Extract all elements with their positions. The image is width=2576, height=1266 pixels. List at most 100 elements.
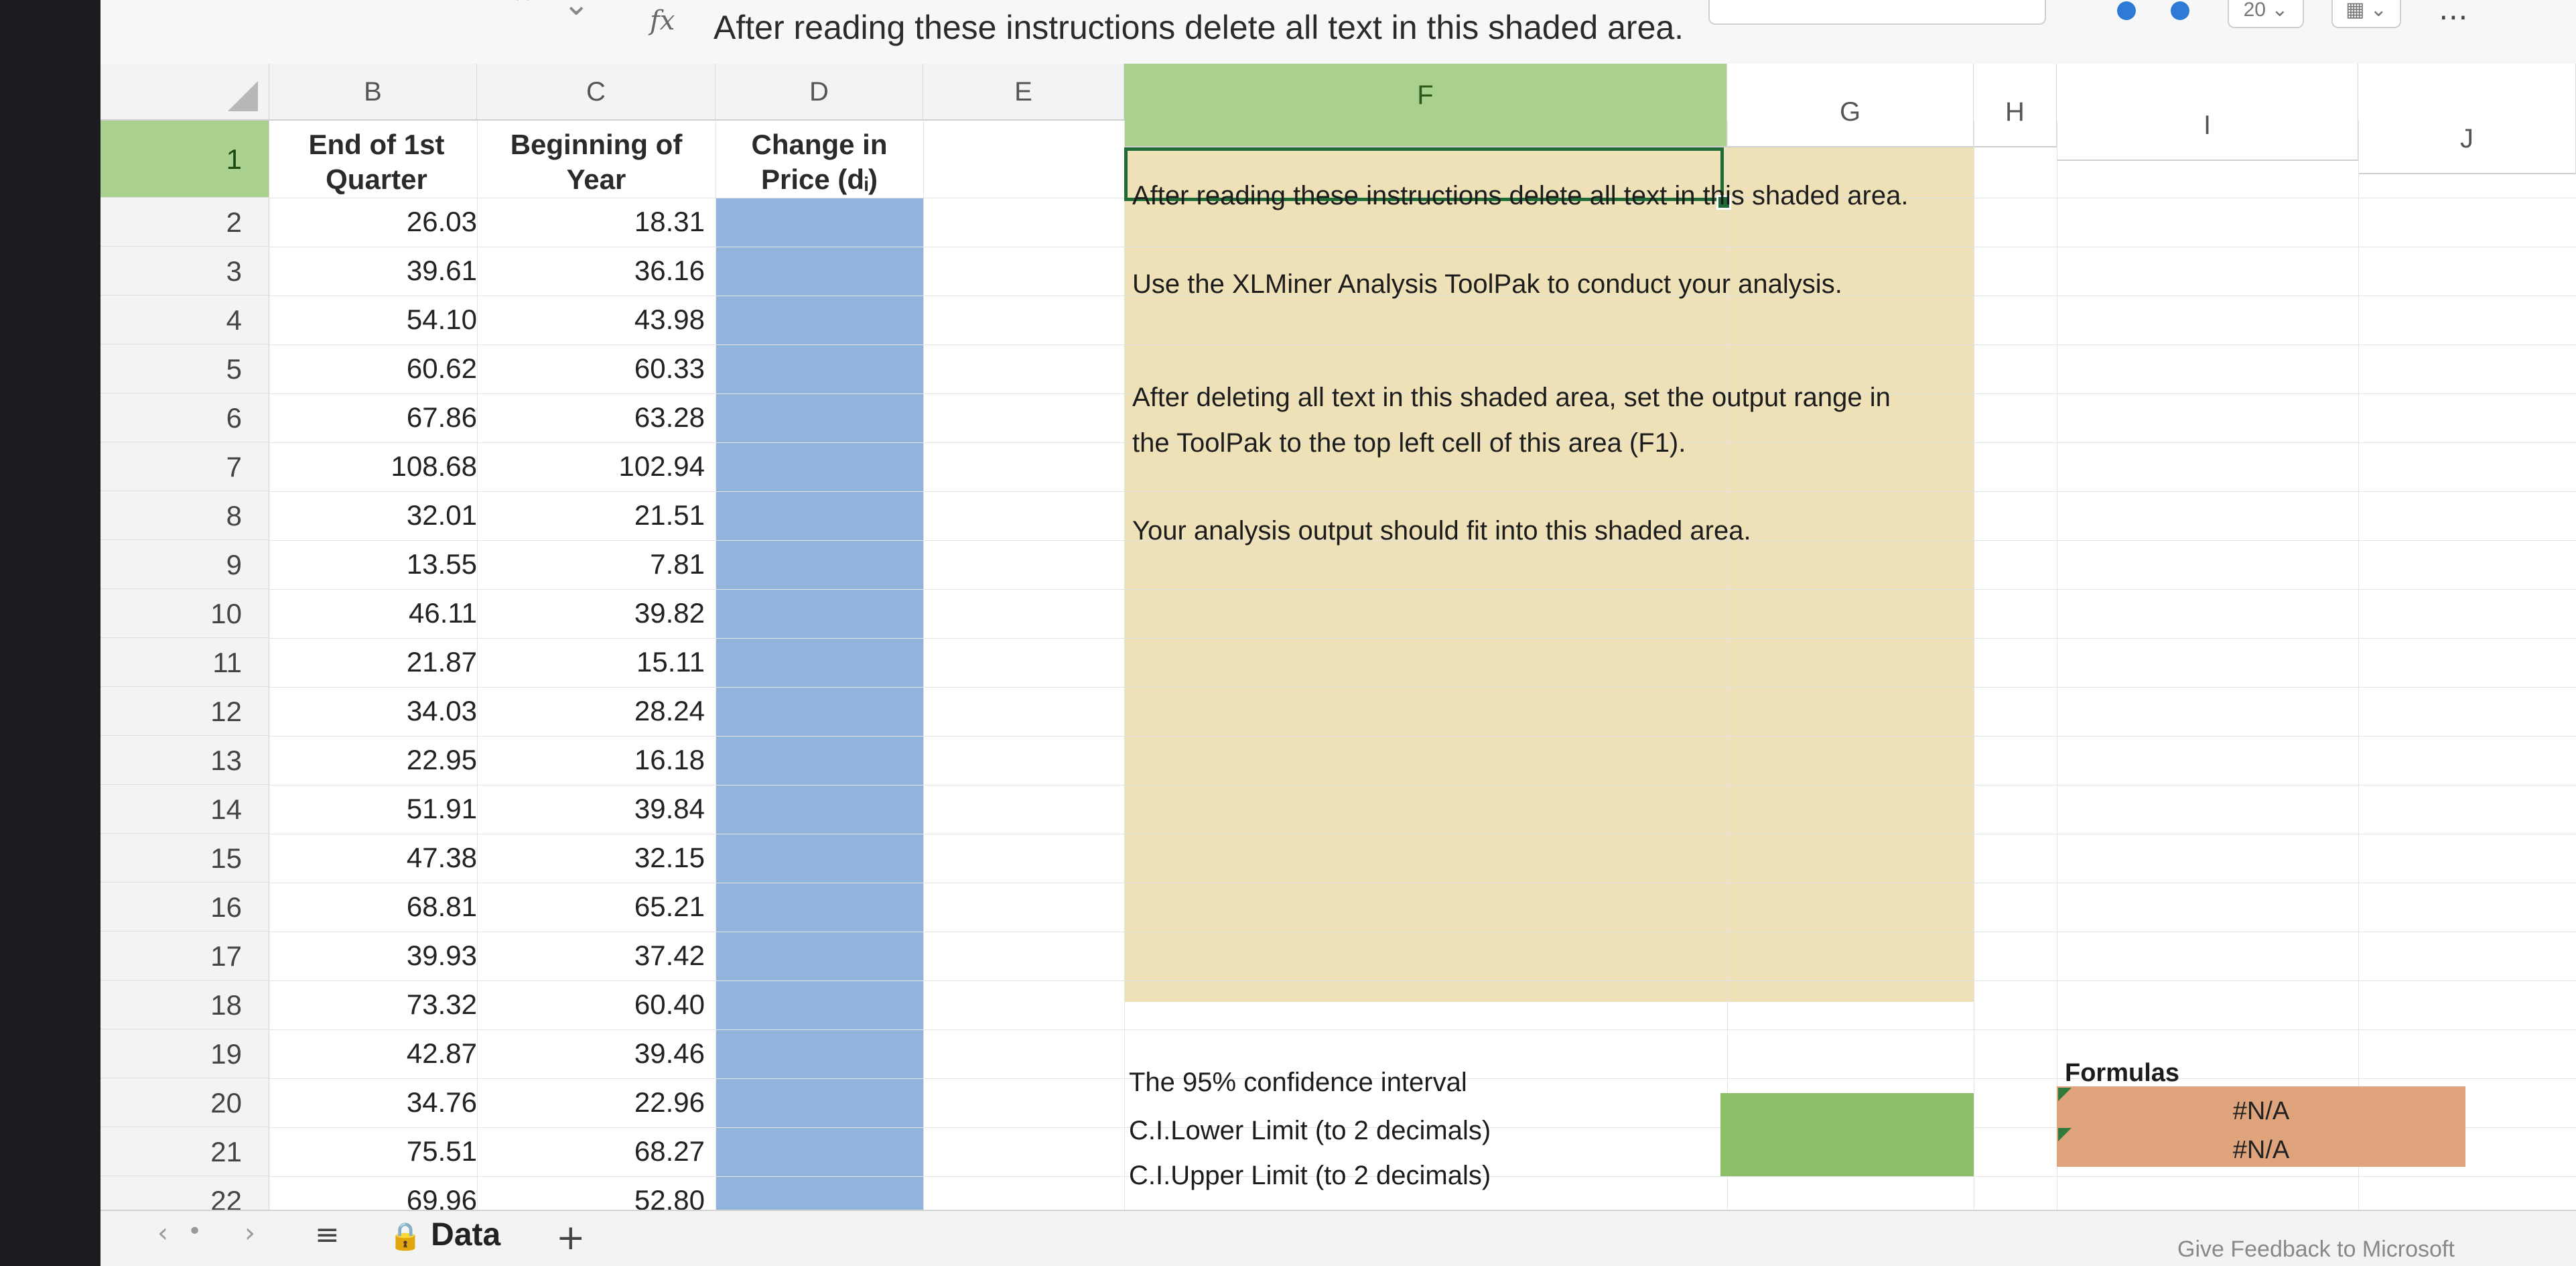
instruction-line-4: Your analysis output should fit into thi… <box>1132 516 1751 546</box>
chevron-down-icon[interactable]: ⌄ <box>563 0 590 23</box>
column-header-f[interactable]: F <box>1124 64 1727 147</box>
cell-b20[interactable]: 34.76 <box>276 1086 477 1119</box>
select-all-corner[interactable] <box>100 64 269 121</box>
cell-c19[interactable]: 39.46 <box>484 1037 705 1070</box>
scroll-right-icon[interactable]: › <box>245 1218 255 1249</box>
formula-upper-value[interactable]: #N/A <box>2057 1136 2465 1165</box>
cell-b14[interactable]: 51.91 <box>276 793 477 825</box>
row-header-20[interactable]: 20 <box>100 1078 269 1127</box>
column-header-b[interactable]: B <box>269 64 477 121</box>
row-header-7[interactable]: 7 <box>100 442 269 491</box>
row-header-1[interactable]: 1 <box>100 121 269 198</box>
cell-c6[interactable]: 63.28 <box>484 401 705 434</box>
row-header-18[interactable]: 18 <box>100 980 269 1029</box>
column-header-j[interactable]: J <box>2358 64 2576 174</box>
column-header-d[interactable]: D <box>716 64 923 121</box>
header-cell-d1[interactable]: Change in Price (dᵢ) <box>716 127 923 197</box>
more-sheets-icon[interactable]: • <box>188 1218 202 1245</box>
grid-icon[interactable]: ▦ ⌄ <box>2331 0 2401 28</box>
cell-c12[interactable]: 28.24 <box>484 695 705 727</box>
column-header-g[interactable]: G <box>1727 64 1974 147</box>
gridline <box>269 589 2576 590</box>
cell-b3[interactable]: 39.61 <box>276 255 477 287</box>
cell-c2[interactable]: 18.31 <box>484 206 705 238</box>
cell-b16[interactable]: 68.81 <box>276 891 477 923</box>
cell-b17[interactable]: 39.93 <box>276 940 477 972</box>
cell-b15[interactable]: 47.38 <box>276 842 477 874</box>
row-header-3[interactable]: 3 <box>100 247 269 296</box>
cell-b6[interactable]: 67.86 <box>276 401 477 434</box>
row-header-16[interactable]: 16 <box>100 883 269 932</box>
cell-c14[interactable]: 39.84 <box>484 793 705 825</box>
more-options-icon[interactable]: ⋯ <box>2439 0 2468 34</box>
formula-lower-value[interactable]: #N/A <box>2057 1097 2465 1126</box>
cell-c13[interactable]: 16.18 <box>484 744 705 776</box>
header-cell-b1[interactable]: End of 1st Quarter <box>276 127 477 197</box>
cell-c15[interactable]: 32.15 <box>484 842 705 874</box>
row-header-4[interactable]: 4 <box>100 296 269 344</box>
row-header-21[interactable]: 21 <box>100 1127 269 1176</box>
cell-b12[interactable]: 34.03 <box>276 695 477 727</box>
column-header-i[interactable]: I <box>2057 64 2358 161</box>
cell-b2[interactable]: 26.03 <box>276 206 477 238</box>
row-header-8[interactable]: 8 <box>100 491 269 540</box>
scroll-left-icon[interactable]: ‹ <box>157 1218 168 1249</box>
cell-c4[interactable]: 43.98 <box>484 304 705 336</box>
cell-c5[interactable]: 60.33 <box>484 353 705 385</box>
autosum-pill[interactable]: 20 ⌄ <box>2228 0 2304 28</box>
cell-c7[interactable]: 102.94 <box>484 450 705 483</box>
cell-b5[interactable]: 60.62 <box>276 353 477 385</box>
cell-c10[interactable]: 39.82 <box>484 597 705 629</box>
cell-b22[interactable]: 69.96 <box>276 1184 477 1210</box>
row-header-12[interactable]: 12 <box>100 687 269 736</box>
cell-c9[interactable]: 7.81 <box>484 548 705 580</box>
sheet-tab-data[interactable]: 🔒 Data <box>389 1216 500 1258</box>
chevron-up-icon[interactable]: ⌃ <box>509 0 536 24</box>
cell-b10[interactable]: 46.11 <box>276 597 477 629</box>
column-header-h[interactable]: H <box>1974 64 2057 147</box>
cell-c11[interactable]: 15.11 <box>484 646 705 678</box>
row-header-2[interactable]: 2 <box>100 198 269 247</box>
name-box[interactable] <box>1708 0 2046 25</box>
cell-c17[interactable]: 37.42 <box>484 940 705 972</box>
row-header-10[interactable]: 10 <box>100 589 269 638</box>
row-header-13[interactable]: 13 <box>100 736 269 785</box>
worksheet-grid[interactable]: B C D E F G H I J 1 2 3 4 5 6 7 8 9 10 1… <box>100 64 2576 1210</box>
row-header-14[interactable]: 14 <box>100 785 269 834</box>
cell-b11[interactable]: 21.87 <box>276 646 477 678</box>
header-cell-c1[interactable]: Beginning of Year <box>477 127 716 197</box>
cell-c20[interactable]: 22.96 <box>484 1086 705 1119</box>
cell-b13[interactable]: 22.95 <box>276 744 477 776</box>
ci-answer-cells[interactable] <box>1720 1093 1974 1176</box>
cell-b19[interactable]: 42.87 <box>276 1037 477 1070</box>
cell-b21[interactable]: 75.51 <box>276 1135 477 1167</box>
row-header-17[interactable]: 17 <box>100 932 269 980</box>
fx-icon: fx <box>650 5 675 36</box>
cell-b4[interactable]: 54.10 <box>276 304 477 336</box>
column-header-e[interactable]: E <box>923 64 1124 121</box>
cell-c22[interactable]: 52.80 <box>484 1184 705 1210</box>
row-header-6[interactable]: 6 <box>100 393 269 442</box>
row-header-5[interactable]: 5 <box>100 344 269 393</box>
cell-c21[interactable]: 68.27 <box>484 1135 705 1167</box>
cell-c18[interactable]: 60.40 <box>484 989 705 1021</box>
cell-c16[interactable]: 65.21 <box>484 891 705 923</box>
row-header-22[interactable]: 22 <box>100 1176 269 1210</box>
cell-b18[interactable]: 73.32 <box>276 989 477 1021</box>
row-header-15[interactable]: 15 <box>100 834 269 883</box>
row-header-9[interactable]: 9 <box>100 540 269 589</box>
feedback-link[interactable]: Give Feedback to Microsoft <box>2177 1237 2455 1263</box>
cell-b8[interactable]: 32.01 <box>276 499 477 531</box>
cell-c8[interactable]: 21.51 <box>484 499 705 531</box>
all-sheets-menu-icon[interactable]: ≡ <box>315 1218 340 1252</box>
column-header-c[interactable]: C <box>477 64 716 121</box>
cell-b7[interactable]: 108.68 <box>276 450 477 483</box>
comment-icon[interactable] <box>2117 1 2136 20</box>
row-header-11[interactable]: 11 <box>100 638 269 687</box>
formula-input[interactable]: After reading these instructions delete … <box>714 8 1684 47</box>
cell-c3[interactable]: 36.16 <box>484 255 705 287</box>
row-header-19[interactable]: 19 <box>100 1029 269 1078</box>
cell-b9[interactable]: 13.55 <box>276 548 477 580</box>
sync-icon[interactable] <box>2171 1 2189 20</box>
add-sheet-button[interactable]: + <box>556 1218 586 1258</box>
